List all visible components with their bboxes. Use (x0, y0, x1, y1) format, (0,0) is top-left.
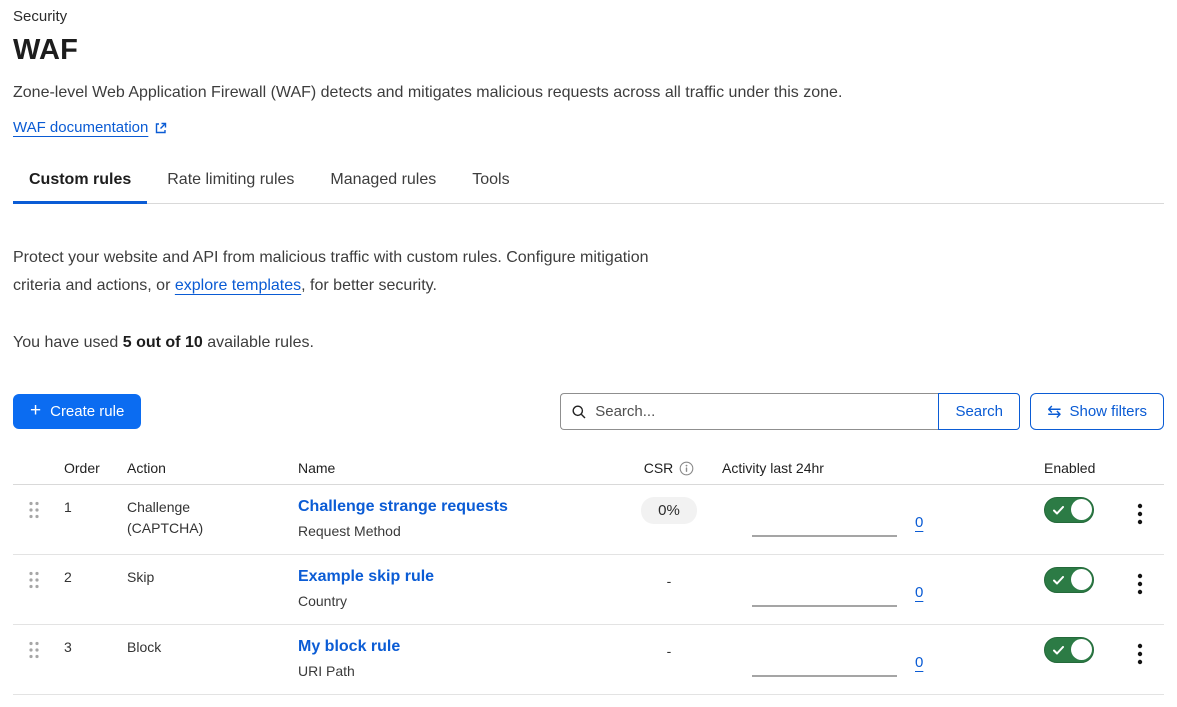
tab-label: Managed rules (330, 171, 436, 188)
rule-name-link[interactable]: Challenge strange requests (298, 497, 619, 517)
tab-label: Tools (472, 171, 509, 188)
csr-value: - (667, 643, 672, 659)
custom-rules-table: Order Action Name CSR Activity last 24hr (13, 460, 1164, 695)
toggle-knob (1071, 639, 1092, 660)
rule-order: 2 (61, 567, 124, 588)
usage-suffix: available rules. (203, 334, 314, 351)
explore-templates-link[interactable]: explore templates (175, 277, 301, 294)
search-input[interactable] (595, 403, 928, 420)
enabled-toggle[interactable] (1044, 637, 1094, 663)
enabled-toggle[interactable] (1044, 567, 1094, 593)
rules-toolbar: + Create rule Search ⇆ Show filters (13, 393, 1164, 430)
rule-name-link[interactable]: Example skip rule (298, 567, 619, 587)
csr-badge: 0% (641, 497, 697, 524)
toggle-knob (1071, 499, 1092, 520)
tab-label: Custom rules (29, 171, 131, 188)
table-row: 1 Challenge (CAPTCHA) Challenge strange … (13, 485, 1164, 555)
tab-rate-limiting-rules[interactable]: Rate limiting rules (151, 158, 310, 204)
activity-count-link[interactable]: 0 (915, 649, 923, 677)
create-rule-label: Create rule (50, 403, 124, 420)
activity-cell: 0 (719, 637, 972, 677)
waf-documentation-link[interactable]: WAF documentation (13, 119, 168, 136)
row-menu-button[interactable] (1131, 569, 1149, 602)
waf-page: Security WAF Zone-level Web Application … (0, 0, 1177, 695)
intro-line2-after: , for better security. (301, 277, 437, 294)
intro-line2: criteria and actions, or explore templat… (13, 272, 1164, 300)
table-row: 3 Block My block rule URI Path - 0 (13, 625, 1164, 695)
rule-order: 3 (61, 637, 124, 658)
rule-action: Skip (127, 567, 295, 588)
rule-field: Request Method (298, 523, 619, 539)
create-rule-button[interactable]: + Create rule (13, 394, 141, 429)
tab-bar: Custom rules Rate limiting rules Managed… (13, 158, 1164, 204)
rule-field: Country (298, 593, 619, 609)
info-icon[interactable] (679, 461, 694, 476)
page-title: WAF (13, 34, 1164, 67)
usage-count: 5 out of 10 (123, 334, 203, 351)
drag-handle-icon[interactable] (13, 497, 61, 525)
header-order: Order (61, 460, 124, 476)
rule-action: Challenge (CAPTCHA) (127, 497, 295, 539)
activity-cell: 0 (719, 497, 972, 537)
drag-handle-icon[interactable] (13, 567, 61, 595)
check-icon (1053, 576, 1064, 585)
intro-line2-before: criteria and actions, or (13, 277, 175, 294)
page-description: Zone-level Web Application Firewall (WAF… (13, 84, 1164, 102)
rule-order: 1 (61, 497, 124, 518)
row-menu-button[interactable] (1131, 499, 1149, 532)
waf-documentation-link-label: WAF documentation (13, 119, 148, 136)
usage-prefix: You have used (13, 334, 123, 351)
tab-label: Rate limiting rules (167, 171, 294, 188)
header-name: Name (295, 460, 619, 476)
toggle-knob (1071, 569, 1092, 590)
custom-rules-intro: Protect your website and API from malici… (13, 244, 1164, 300)
intro-line1: Protect your website and API from malici… (13, 244, 1164, 272)
swap-arrows-icon: ⇆ (1047, 403, 1061, 420)
activity-sparkline (752, 575, 897, 607)
breadcrumb: Security (13, 8, 1164, 25)
kebab-icon (1137, 573, 1143, 595)
rule-name-link[interactable]: My block rule (298, 637, 619, 657)
tab-tools[interactable]: Tools (456, 158, 525, 204)
check-icon (1053, 646, 1064, 655)
activity-count-link[interactable]: 0 (915, 579, 923, 607)
show-filters-label: Show filters (1069, 403, 1147, 420)
search-icon (571, 404, 595, 420)
csr-value: - (667, 573, 672, 589)
table-row: 2 Skip Example skip rule Country - 0 (13, 555, 1164, 625)
row-menu-button[interactable] (1131, 639, 1149, 672)
drag-handle-icon[interactable] (13, 637, 61, 665)
plus-icon: + (30, 401, 41, 420)
header-activity: Activity last 24hr (719, 460, 972, 476)
check-icon (1053, 506, 1064, 515)
header-enabled: Enabled (972, 460, 1124, 476)
external-link-icon (154, 121, 168, 135)
search-box (560, 393, 938, 430)
show-filters-button[interactable]: ⇆ Show filters (1030, 393, 1164, 430)
rule-action: Block (127, 637, 295, 658)
rule-field: URI Path (298, 663, 619, 679)
tab-managed-rules[interactable]: Managed rules (314, 158, 452, 204)
table-header-row: Order Action Name CSR Activity last 24hr (13, 460, 1164, 485)
tab-custom-rules[interactable]: Custom rules (13, 158, 147, 204)
header-csr-label: CSR (644, 460, 674, 476)
enabled-toggle[interactable] (1044, 497, 1094, 523)
header-action: Action (124, 460, 295, 476)
activity-sparkline (752, 645, 897, 677)
activity-sparkline (752, 505, 897, 537)
header-csr: CSR (619, 460, 719, 476)
search-button[interactable]: Search (938, 393, 1020, 430)
kebab-icon (1137, 643, 1143, 665)
rules-usage-summary: You have used 5 out of 10 available rule… (13, 334, 1164, 352)
kebab-icon (1137, 503, 1143, 525)
activity-cell: 0 (719, 567, 972, 607)
activity-count-link[interactable]: 0 (915, 509, 923, 537)
toolbar-right: Search ⇆ Show filters (560, 393, 1164, 430)
